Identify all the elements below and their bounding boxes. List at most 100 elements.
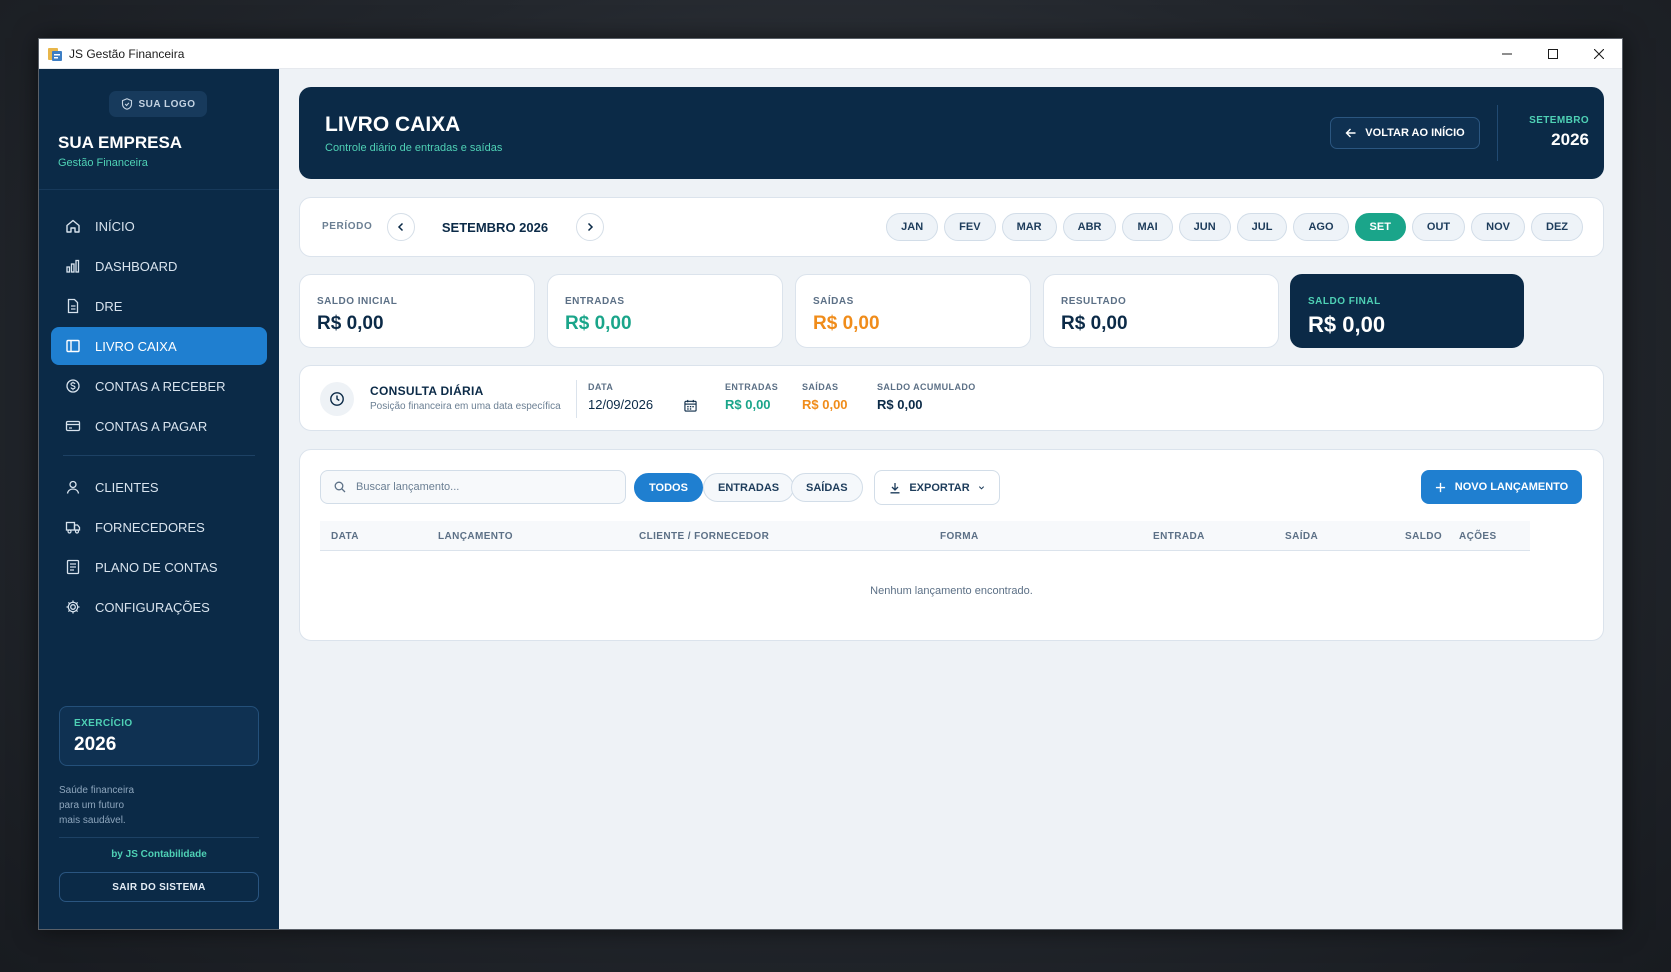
month-tab-ago[interactable]: AGO [1293, 213, 1349, 241]
caret-down-icon [978, 486, 984, 490]
sidebar-item-inicio[interactable]: INÍCIO [51, 207, 267, 245]
stat-value: R$ 0,00 [1308, 312, 1386, 337]
page-title: LIVRO CAIXA [325, 113, 461, 136]
stat-card-saldo-final: SALDO FINAL R$ 0,00 [1290, 274, 1524, 348]
sidebar-item-label: FORNECEDORES [95, 519, 205, 535]
sidebar-item-contas-receber[interactable]: CONTAS A RECEBER [51, 367, 267, 405]
plus-icon [1435, 482, 1445, 492]
company-subtitle: Gestão Financeira [58, 157, 148, 169]
sidebar-item-dre[interactable]: DRE [51, 287, 267, 325]
stat-label: SALDO INICIAL [317, 296, 398, 307]
logo-label: SUA LOGO [138, 98, 196, 110]
sidebar-item-label: LIVRO CAIXA [95, 338, 177, 354]
column-header-cliente-fornecedor[interactable]: CLIENTE / FORNECEDOR [639, 531, 769, 542]
daily-acc-value: R$ 0,00 [877, 397, 923, 412]
month-tab-jul[interactable]: JUL [1236, 213, 1288, 241]
month-tab-abr[interactable]: ABR [1062, 213, 1117, 241]
main-content: LIVRO CAIXA Controle diário de entradas … [279, 69, 1622, 929]
close-window-button[interactable] [1576, 39, 1622, 69]
month-tab-mar[interactable]: MAR [1001, 213, 1057, 241]
filter-entradas[interactable]: ENTRADAS [703, 473, 795, 502]
window-controls [1484, 39, 1622, 69]
sidebar-item-livro-caixa[interactable]: LIVRO CAIXA [51, 327, 267, 365]
search-box[interactable] [320, 470, 626, 504]
month-tab-nov[interactable]: NOV [1471, 213, 1525, 241]
stat-card-saldo-inicial: SALDO INICIAL R$ 0,00 [299, 274, 535, 348]
column-header-acoes: AÇÕES [1459, 531, 1497, 542]
logout-button[interactable]: SAIR DO SISTEMA [59, 872, 259, 902]
byline: by JS Contabilidade [111, 849, 207, 860]
close-icon [1594, 49, 1604, 59]
month-tab-out[interactable]: OUT [1411, 213, 1466, 241]
month-tab-fev[interactable]: FEV [944, 213, 996, 241]
filter-todos[interactable]: TODOS [634, 473, 703, 502]
month-tab-dez[interactable]: DEZ [1531, 213, 1583, 241]
stat-value: R$ 0,00 [317, 313, 384, 334]
filter-saidas[interactable]: SAÍDAS [791, 473, 863, 502]
tagline-line: mais saudável. [59, 815, 126, 826]
gear-icon [66, 600, 80, 614]
stat-card-entradas: ENTRADAS R$ 0,00 [547, 274, 783, 348]
daily-divider [576, 380, 577, 418]
column-header-data[interactable]: DATA [331, 531, 359, 542]
prev-period-button[interactable] [387, 213, 415, 241]
user-icon [66, 480, 80, 494]
stat-label: SALDO FINAL [1308, 296, 1381, 307]
entries-table-card: TODOS ENTRADAS SAÍDAS EXPORTAR NOVO LANÇ… [299, 449, 1604, 641]
table-header: DATA LANÇAMENTO CLIENTE / FORNECEDOR FOR… [320, 521, 1530, 551]
column-header-saldo[interactable]: SALDO [1405, 531, 1442, 542]
month-tab-set[interactable]: SET [1354, 213, 1406, 241]
maximize-icon [1548, 49, 1558, 59]
sidebar-item-fornecedores[interactable]: FORNECEDORES [51, 508, 267, 546]
column-header-entrada[interactable]: ENTRADA [1153, 531, 1205, 542]
company-logo: SUA LOGO [109, 91, 207, 117]
coin-icon [66, 379, 80, 393]
list-icon [66, 559, 80, 575]
header-divider [1497, 105, 1498, 161]
sidebar-item-label: CLIENTES [95, 479, 159, 495]
sidebar: SUA LOGO SUA EMPRESA Gestão Financeira I… [39, 69, 279, 929]
title-bar[interactable]: JS Gestão Financeira [39, 39, 1622, 69]
daily-in-label: ENTRADAS [725, 382, 779, 392]
daily-date-input[interactable]: 12/09/2026 [588, 397, 653, 412]
sidebar-item-clientes[interactable]: CLIENTES [51, 468, 267, 506]
search-input[interactable] [356, 481, 606, 493]
column-header-lancamento[interactable]: LANÇAMENTO [438, 531, 513, 542]
back-to-home-button[interactable]: VOLTAR AO INÍCIO [1330, 117, 1480, 149]
new-entry-button[interactable]: NOVO LANÇAMENTO [1421, 470, 1582, 504]
daily-out-label: SAÍDAS [802, 382, 839, 392]
sidebar-item-configuracoes[interactable]: CONFIGURAÇÕES [51, 588, 267, 626]
credit-card-icon [65, 420, 81, 432]
month-tab-jun[interactable]: JUN [1178, 213, 1231, 241]
maximize-button[interactable] [1530, 39, 1576, 69]
sidebar-nav: INÍCIO DASHBOARD DRE LIVRO CAIXA CONTAS … [51, 207, 267, 628]
sidebar-item-label: INÍCIO [95, 218, 135, 234]
home-icon [66, 219, 80, 233]
next-period-button[interactable] [576, 213, 604, 241]
header-month: SETEMBRO [1529, 115, 1589, 126]
sidebar-item-label: CONTAS A PAGAR [95, 418, 208, 434]
app-icon [48, 47, 62, 61]
fiscal-year-box: EXERCÍCIO 2026 [59, 706, 259, 766]
empty-state-message: Nenhum lançamento encontrado. [870, 585, 1033, 597]
arrow-left-icon [1345, 128, 1356, 138]
tagline-line: Saúde financeira [59, 785, 135, 796]
minimize-button[interactable] [1484, 39, 1530, 69]
column-header-saida[interactable]: SAÍDA [1285, 531, 1318, 542]
document-icon [67, 298, 79, 314]
export-button[interactable]: EXPORTAR [874, 470, 1000, 505]
month-tab-jan[interactable]: JAN [886, 213, 939, 241]
column-header-forma[interactable]: FORMA [940, 531, 979, 542]
nav-divider [63, 455, 255, 456]
calendar-icon[interactable] [684, 399, 697, 412]
stat-card-resultado: RESULTADO R$ 0,00 [1043, 274, 1279, 348]
app-window: JS Gestão Financeira SUA LOGO SUA EMPRES… [38, 38, 1623, 930]
book-icon [66, 339, 80, 353]
month-tabs: JAN FEV MAR ABR MAI JUN JUL AGO SET OUT … [886, 213, 1583, 241]
sidebar-item-contas-pagar[interactable]: CONTAS A PAGAR [51, 407, 267, 445]
fiscal-year-value: 2026 [74, 734, 117, 755]
sidebar-item-dashboard[interactable]: DASHBOARD [51, 247, 267, 285]
sidebar-item-plano-contas[interactable]: PLANO DE CONTAS [51, 548, 267, 586]
month-tab-mai[interactable]: MAI [1122, 213, 1173, 241]
clock-badge [320, 382, 354, 416]
